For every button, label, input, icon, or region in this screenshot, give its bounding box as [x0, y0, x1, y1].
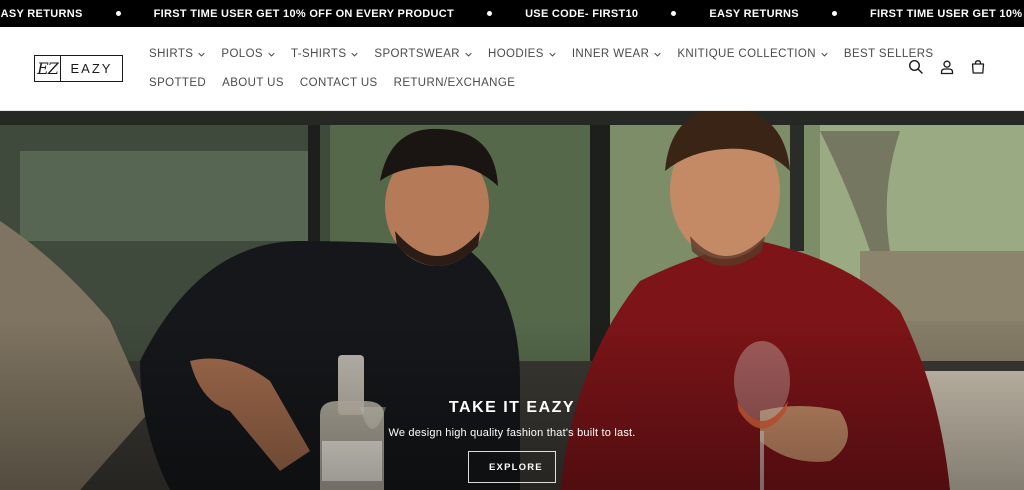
hero-content: TAKE IT EAZY We design high quality fash… [0, 399, 1024, 483]
announcement-item: FIRST TIME USER GET 10% OFF ON EVERY PRO… [153, 7, 455, 20]
chevron-down-icon [198, 51, 206, 58]
nav-item-spotted[interactable]: SPOTTED [149, 77, 206, 89]
announcement-item: EASY RETURNS [709, 7, 799, 20]
header-icons [908, 59, 986, 75]
announcement-item: EASY RETURNS [0, 7, 83, 20]
nav-item-label: INNER WEAR [571, 48, 650, 60]
cart-icon[interactable] [970, 59, 986, 75]
nav-item-label: KNITIQUE COLLECTION [677, 48, 816, 60]
chevron-down-icon [821, 51, 828, 58]
site-header: EZ EAZY SHIRTS POLOS T-SHIRTS SPORTSWEAR… [0, 27, 1024, 111]
nav-item-label: SHIRTS [149, 48, 194, 60]
chevron-down-icon [351, 51, 359, 58]
explore-button[interactable]: EXPLORE [468, 451, 556, 483]
nav-item-label: POLOS [221, 48, 264, 60]
announcement-item: USE CODE- FIRST10 [525, 7, 639, 20]
nav-item-shirts[interactable]: SHIRTS [149, 48, 206, 60]
chevron-down-icon [465, 51, 472, 58]
bullet-icon [115, 11, 121, 16]
main-nav: SHIRTS POLOS T-SHIRTS SPORTSWEAR HOODIES… [149, 43, 933, 94]
hero-title: TAKE IT EAZY [448, 399, 576, 416]
nav-item-knitique-collection[interactable]: KNITIQUE COLLECTION [677, 48, 828, 60]
nav-item-about-us[interactable]: ABOUT US [222, 77, 284, 89]
nav-item-label: SPORTSWEAR [374, 48, 460, 60]
announcement-track: EASY RETURNS FIRST TIME USER GET 10% OFF… [0, 0, 1024, 27]
bullet-icon [831, 11, 837, 16]
nav-item-sportswear[interactable]: SPORTSWEAR [374, 48, 472, 60]
account-icon[interactable] [939, 59, 955, 75]
logo-text: EAZY [70, 61, 113, 76]
chevron-down-icon [549, 51, 556, 58]
logo[interactable]: EZ EAZY [34, 55, 123, 82]
search-icon[interactable] [908, 59, 924, 75]
logo-mark: EZ [35, 56, 61, 81]
hero-banner: TAKE IT EAZY We design high quality fash… [0, 111, 1024, 490]
announcement-bar: EASY RETURNS FIRST TIME USER GET 10% OFF… [0, 0, 1024, 27]
nav-row-2: SPOTTED ABOUT US CONTACT US RETURN/EXCHA… [149, 72, 869, 94]
nav-item-hoodies[interactable]: HOODIES [488, 48, 556, 60]
chevron-down-icon [268, 51, 275, 58]
nav-item-polos[interactable]: POLOS [221, 48, 275, 60]
nav-item-t-shirts[interactable]: T-SHIRTS [291, 48, 359, 60]
nav-item-inner-wear[interactable]: INNER WEAR [572, 48, 661, 60]
nav-item-label: T-SHIRTS [291, 48, 347, 60]
nav-item-contact-us[interactable]: CONTACT US [300, 77, 378, 89]
nav-item-label: HOODIES [487, 48, 544, 60]
bullet-icon [487, 11, 493, 16]
announcement-item: FIRST TIME USER GET 10% OFF ON EVERY PRO… [869, 7, 1024, 20]
nav-item-return-exchange[interactable]: RETURN/EXCHANGE [394, 77, 516, 89]
nav-row-1: SHIRTS POLOS T-SHIRTS SPORTSWEAR HOODIES… [149, 43, 933, 65]
hero-subtitle: We design high quality fashion that's bu… [388, 427, 636, 439]
bullet-icon [671, 11, 677, 16]
chevron-down-icon [654, 51, 661, 58]
